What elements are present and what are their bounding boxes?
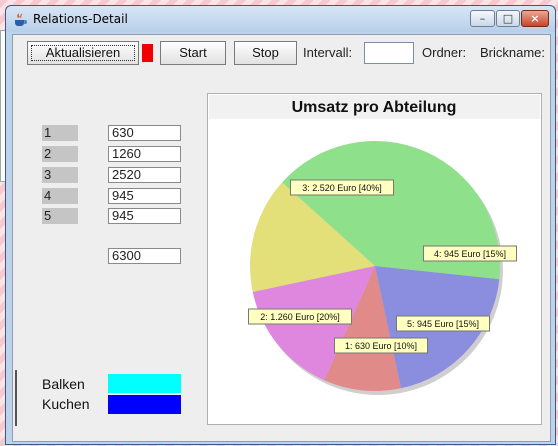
start-button[interactable]: Start bbox=[160, 41, 226, 65]
toolbar: Aktualisieren Start Stop Intervall: Ordn… bbox=[13, 35, 550, 71]
refresh-button[interactable]: Aktualisieren bbox=[27, 41, 139, 65]
row-value-field[interactable]: 945 bbox=[108, 188, 181, 204]
relations-detail-window: Relations-Detail – □ × Aktualisieren Sta… bbox=[5, 5, 556, 445]
maximize-button[interactable]: □ bbox=[496, 10, 520, 27]
stop-button[interactable]: Stop bbox=[234, 41, 297, 65]
interval-label: Intervall: bbox=[303, 45, 353, 60]
client-area: Aktualisieren Start Stop Intervall: Ordn… bbox=[12, 34, 551, 442]
row-index: 1 bbox=[42, 125, 78, 141]
bar-color-swatch[interactable] bbox=[108, 374, 181, 393]
slice-label-5: 5: 945 Euro [15%] bbox=[407, 319, 479, 329]
row-value-field[interactable]: 1260 bbox=[108, 146, 181, 162]
minimize-button[interactable]: – bbox=[470, 10, 495, 27]
pie-chart-panel: Umsatz pro Abteilung 1: 630 Euro [10%] 2:… bbox=[207, 93, 542, 425]
pie-legend-label: Kuchen bbox=[42, 396, 90, 412]
interval-input[interactable] bbox=[364, 42, 414, 64]
slice-label-4: 4: 945 Euro [15%] bbox=[434, 249, 506, 259]
status-indicator bbox=[142, 44, 153, 62]
slice-label-1: 1: 630 Euro [10%] bbox=[345, 341, 417, 351]
side-divider bbox=[15, 370, 17, 426]
pie-color-swatch[interactable] bbox=[108, 395, 181, 414]
bar-legend-label: Balken bbox=[42, 376, 85, 392]
row-index: 3 bbox=[42, 167, 78, 183]
row-index: 2 bbox=[42, 146, 78, 162]
row-index: 4 bbox=[42, 188, 78, 204]
row-value-field[interactable]: 2520 bbox=[108, 167, 181, 183]
row-value-field[interactable]: 945 bbox=[108, 208, 181, 224]
row-value-field[interactable]: 630 bbox=[108, 125, 181, 141]
row-index: 5 bbox=[42, 208, 78, 224]
total-value-field[interactable]: 6300 bbox=[108, 248, 181, 264]
brickname-label: Brickname: bbox=[480, 45, 546, 60]
folder-label: Ordner: bbox=[422, 45, 467, 60]
chart-title: Umsatz pro Abteilung bbox=[292, 99, 457, 116]
title-bar[interactable]: Relations-Detail – □ × bbox=[6, 6, 555, 32]
pie-chart: Umsatz pro Abteilung 1: 630 Euro [10%] 2:… bbox=[209, 95, 540, 395]
window-title: Relations-Detail bbox=[33, 12, 128, 26]
slice-label-2: 2: 1.260 Euro [20%] bbox=[260, 312, 340, 322]
close-button[interactable]: × bbox=[521, 10, 549, 27]
java-cup-icon bbox=[15, 13, 27, 26]
slice-label-3: 3: 2.520 Euro [40%] bbox=[302, 183, 382, 193]
